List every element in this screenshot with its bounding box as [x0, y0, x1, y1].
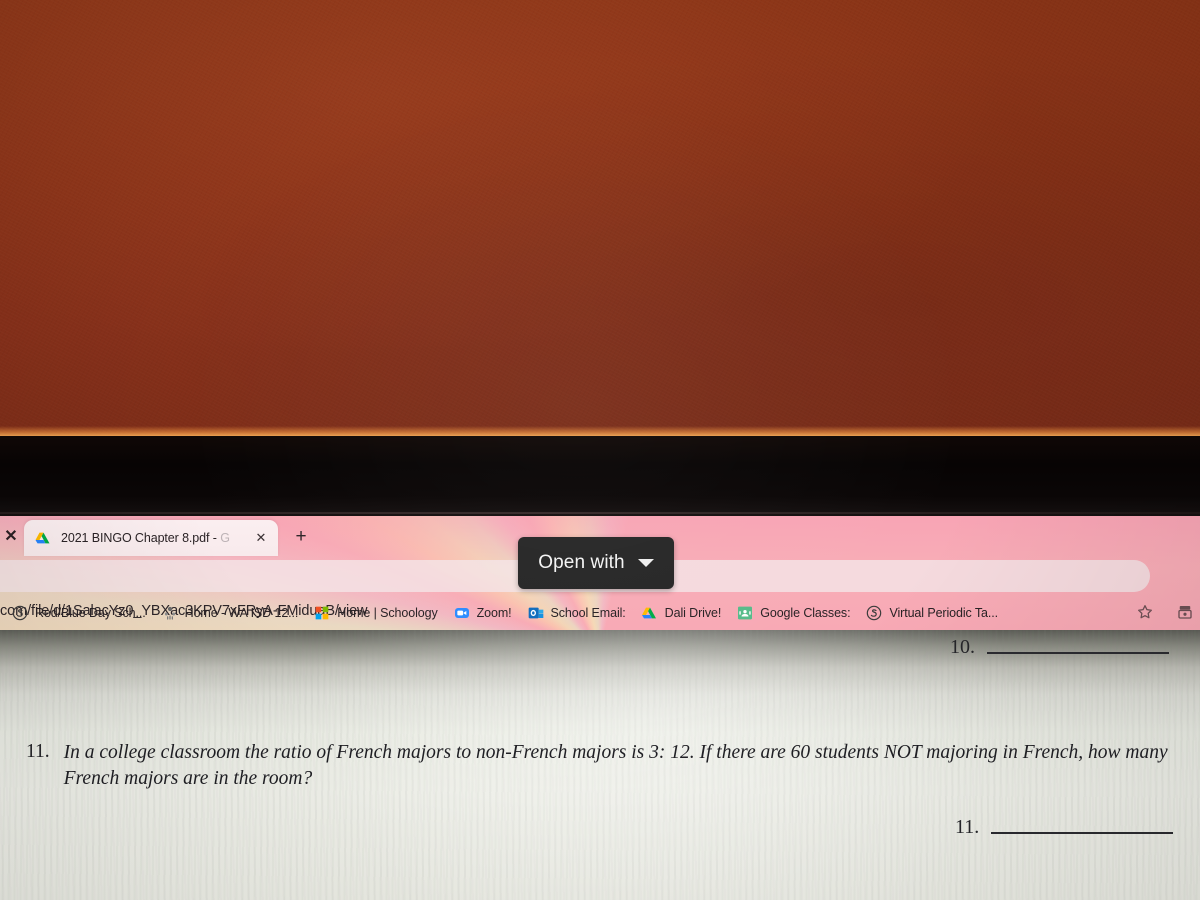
google-drive-icon — [35, 532, 50, 544]
bookmark-zoom[interactable]: Zoom! — [446, 602, 520, 624]
bookmark-home-wa-isd[interactable]: Home - WA ISD 12... — [154, 602, 307, 624]
tab-bingo-chapter-8[interactable]: 2021 BINGO Chapter 8.pdf - G ✕ — [24, 520, 278, 556]
answer-number: 10. — [950, 636, 975, 658]
close-icon[interactable]: ✕ — [252, 529, 270, 547]
bookmark-label: School Email: — [550, 606, 626, 620]
tab-title: 2021 BINGO Chapter 8.pdf - G — [61, 531, 230, 545]
bookmark-google-classes[interactable]: Google Classes: — [729, 602, 858, 624]
monitor-bezel — [0, 436, 1200, 516]
bookmark-dali-drive[interactable]: Dali Drive! — [634, 602, 730, 624]
google-drive-icon — [641, 607, 656, 619]
answer-blank-line[interactable] — [987, 652, 1169, 654]
bookmark-label: Home | Schoology — [337, 606, 438, 620]
schoology-s-icon — [12, 605, 28, 621]
answer-blank-line[interactable] — [991, 832, 1174, 834]
bookmark-label: Zoom! — [476, 606, 512, 620]
bookmark-label: Red/Blue Day Sch... — [35, 606, 146, 620]
wall-edge-highlight — [0, 426, 1200, 436]
four-squares-icon — [315, 606, 329, 620]
people-icon — [164, 606, 175, 620]
open-with-button[interactable]: Open with — [518, 537, 674, 589]
bookmark-school-email[interactable]: School Email: — [520, 602, 634, 624]
open-with-label: Open with — [538, 552, 625, 573]
wall-texture — [0, 0, 1200, 436]
previous-tab-close-icon[interactable]: ✕ — [0, 527, 22, 547]
question-text: In a college classroom the ratio of Fren… — [63, 742, 1168, 790]
bookmark-label: Home - WA ISD 12... — [184, 606, 299, 620]
bookmark-label: Virtual Periodic Ta... — [889, 606, 998, 620]
bookmark-virtual-periodic-table[interactable]: Virtual Periodic Ta... — [858, 602, 1006, 624]
answer-row-10: 10. — [950, 636, 1169, 659]
schoology-s-icon — [867, 605, 882, 621]
chevron-down-icon — [637, 559, 654, 567]
outlook-icon — [528, 607, 543, 619]
question-11: 11. In a college classroom the ratio of … — [26, 740, 1186, 792]
bookmarks-bar: Red/Blue Day Sch... Home - WA ISD 12... — [0, 596, 1200, 630]
answer-number: 11. — [955, 816, 980, 838]
new-tab-button[interactable]: + — [290, 527, 312, 547]
wall-background — [0, 0, 1200, 436]
bookmark-label: Dali Drive! — [664, 606, 722, 620]
google-classroom-icon — [738, 606, 753, 620]
bookmark-red-blue-day-schedule[interactable]: Red/Blue Day Sch... — [4, 602, 154, 624]
question-number: 11. — [26, 741, 50, 762]
bezel-hairline — [0, 512, 1200, 514]
photo-of-monitor: ✕ 2021 BINGO Chapter 8.pdf - G ✕ + com/f… — [0, 0, 1200, 900]
zoom-camera-icon — [454, 608, 469, 618]
bookmark-home-schoology[interactable]: Home | Schoology — [306, 602, 445, 624]
bookmark-label: Google Classes: — [760, 606, 851, 620]
answer-row-11: 11. — [955, 816, 1174, 839]
